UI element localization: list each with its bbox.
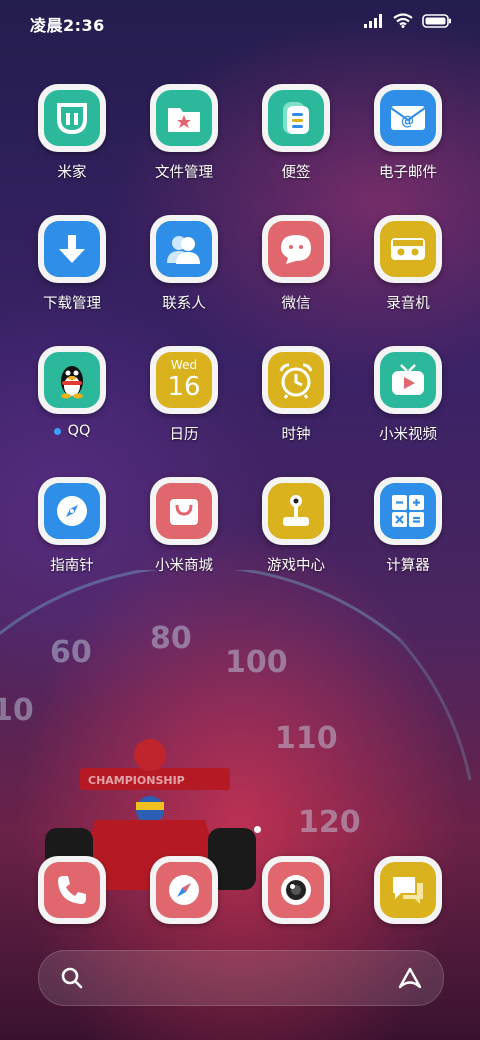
battery-icon [422, 13, 451, 28]
speedo-label-100: 100 [225, 645, 288, 680]
app-game-center[interactable]: 游戏中心 [240, 477, 352, 575]
app-label: 联系人 [162, 296, 206, 312]
app-mi-video[interactable]: 小米视频 [352, 346, 464, 444]
search-icon[interactable] [61, 967, 83, 989]
speedo-label-80: 80 [150, 621, 192, 656]
dock-camera[interactable] [240, 856, 352, 924]
app-qq[interactable]: QQ [16, 346, 128, 444]
recorder-icon [391, 238, 425, 260]
svg-text:@: @ [401, 114, 414, 129]
dock-browser[interactable] [128, 856, 240, 924]
mail-icon: @ [390, 106, 426, 130]
status-icons [364, 13, 452, 28]
app-label: 便签 [281, 165, 311, 181]
app-label: 录音机 [386, 296, 430, 312]
chat-bubble-icon [281, 235, 311, 264]
compass-icon [57, 496, 87, 526]
app-label: 指南针 [50, 558, 94, 574]
tv-play-icon [392, 364, 424, 395]
app-compass[interactable]: 指南针 [16, 477, 128, 575]
app-label: 日历 [169, 427, 199, 443]
notification-dot [53, 427, 61, 435]
assistant-icon[interactable] [397, 966, 423, 990]
calculator-icon [392, 495, 424, 527]
signal-icon [364, 13, 382, 28]
camera-icon [281, 875, 311, 905]
joystick-icon [283, 495, 309, 526]
app-file-manager[interactable]: 文件管理 [128, 84, 240, 182]
app-mi-store[interactable]: 小米商城 [128, 477, 240, 575]
calendar-icon: Wed 16 [156, 352, 212, 408]
calendar-weekday: Wed [170, 358, 198, 372]
app-label: 文件管理 [155, 165, 213, 181]
app-wechat[interactable]: 微信 [240, 215, 352, 313]
download-icon [59, 235, 85, 263]
app-label-qq: QQ [53, 423, 91, 439]
app-label: 微信 [281, 296, 311, 312]
app-calculator[interactable]: 计算器 [352, 477, 464, 575]
message-icon [393, 877, 423, 904]
app-label: 电子邮件 [379, 165, 437, 181]
app-grid: 米家 文件管理 便签 @ 电子邮件 下载管理 联系人 微信 录音机 QQ Wed… [16, 84, 464, 575]
app-label: 游戏中心 [267, 558, 325, 574]
dock [16, 856, 464, 924]
speedo-label-60: 60 [50, 635, 92, 670]
shopping-bag-icon [170, 499, 198, 525]
notes-icon [283, 102, 309, 134]
app-label: 下载管理 [43, 296, 101, 312]
speedo-label-110: 110 [275, 721, 338, 756]
app-label: 计算器 [386, 558, 430, 574]
app-downloads[interactable]: 下载管理 [16, 215, 128, 313]
app-contacts[interactable]: 联系人 [128, 215, 240, 313]
app-calendar[interactable]: Wed 16 日历 [128, 346, 240, 444]
car-wing-text: CHAMPIONSHIP [88, 774, 185, 787]
status-time: 凌晨2:36 [30, 16, 105, 35]
wifi-icon [393, 13, 413, 28]
speedo-label-10: 10 [0, 693, 34, 728]
mi-home-icon [57, 103, 87, 135]
search-bar[interactable] [38, 950, 444, 1006]
wallpaper-illustration: 10 60 80 100 110 120 CHAMPIONSHIP [0, 570, 472, 890]
app-recorder[interactable]: 录音机 [352, 215, 464, 313]
phone-icon [58, 876, 86, 904]
dock-phone[interactable] [16, 856, 128, 924]
app-label: 时钟 [281, 427, 311, 443]
browser-compass-icon [169, 875, 199, 905]
alarm-clock-icon [279, 363, 313, 399]
contacts-icon [167, 236, 200, 264]
folder-icon [168, 108, 200, 132]
app-clock[interactable]: 时钟 [240, 346, 352, 444]
status-bar: 凌晨2:36 [0, 0, 480, 44]
app-label: 小米视频 [379, 427, 437, 443]
speedo-label-120: 120 [298, 805, 361, 840]
app-label: QQ [67, 423, 91, 439]
page-indicator [254, 826, 261, 833]
app-email[interactable]: @ 电子邮件 [352, 84, 464, 182]
dock-messages[interactable] [352, 856, 464, 924]
penguin-icon [61, 366, 83, 399]
app-mi-home[interactable]: 米家 [16, 84, 128, 182]
calendar-day: 16 [167, 372, 201, 402]
app-label: 米家 [57, 165, 87, 181]
app-notes[interactable]: 便签 [240, 84, 352, 182]
app-label: 小米商城 [155, 558, 213, 574]
